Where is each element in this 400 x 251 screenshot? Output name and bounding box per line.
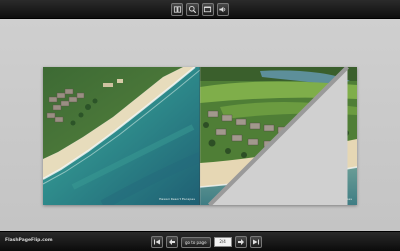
- top-toolbar: [0, 0, 400, 19]
- right-page[interactable]: Hawaii Resort Escapes: [200, 67, 357, 205]
- left-page-photo: [43, 67, 200, 205]
- book-spine: [199, 67, 201, 205]
- prev-page-icon: [169, 239, 175, 245]
- magnifier-icon: [188, 5, 197, 13]
- bottom-navbar: FlashPageFlip.com go to page 2/4: [0, 231, 400, 251]
- flipbook: Hawaii Resort Escapes: [43, 67, 357, 205]
- last-page-icon: [252, 239, 259, 245]
- fullscreen-icon: [204, 6, 212, 12]
- zoom-button[interactable]: [186, 2, 199, 16]
- book-stage: Hawaii Resort Escapes: [0, 19, 400, 231]
- page-number-field[interactable]: 2/4: [213, 237, 232, 247]
- brand-label: FlashPageFlip.com: [5, 238, 53, 243]
- left-page[interactable]: Hawaii Resort Escapes: [43, 67, 200, 205]
- sound-button[interactable]: [216, 2, 229, 16]
- last-page-button[interactable]: [249, 236, 262, 248]
- fullscreen-button[interactable]: [201, 2, 214, 16]
- speaker-icon: [219, 6, 226, 12]
- page-navigation: go to page 2/4: [151, 236, 262, 248]
- book-toggle-button[interactable]: [171, 2, 184, 16]
- first-page-button[interactable]: [151, 236, 163, 248]
- go-to-page-button[interactable]: go to page: [181, 236, 211, 248]
- left-page-credit: Hawaii Resort Escapes: [159, 197, 195, 201]
- next-page-icon: [237, 239, 244, 245]
- previous-page-button[interactable]: [166, 236, 178, 248]
- first-page-icon: [154, 239, 160, 245]
- next-page-button[interactable]: [234, 236, 247, 248]
- book-icon: [173, 5, 181, 13]
- toolbar-button-group: [171, 2, 229, 16]
- page-curl-corner[interactable]: [200, 67, 357, 205]
